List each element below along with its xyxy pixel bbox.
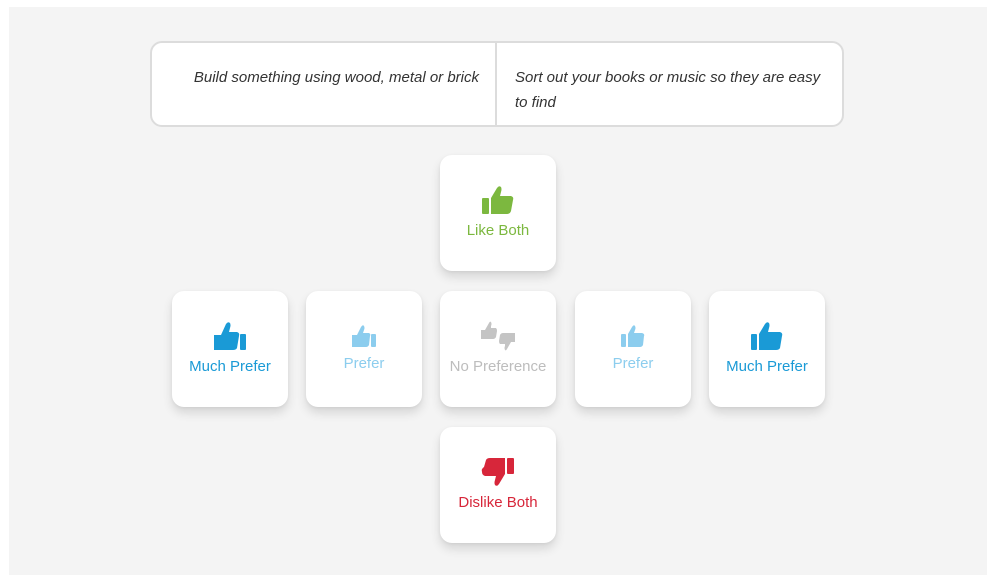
thumbs-up-icon bbox=[481, 185, 515, 215]
thumbs-down-icon bbox=[481, 457, 515, 487]
thumbs-up-large-icon bbox=[750, 321, 784, 351]
prefer-right-button[interactable]: Prefer bbox=[575, 291, 691, 407]
much-prefer-left-label: Much Prefer bbox=[189, 358, 271, 375]
thumbs-up-down-icon bbox=[480, 321, 516, 351]
statement-left: Build something using wood, metal or bri… bbox=[193, 69, 479, 86]
thumbs-up-large-icon bbox=[213, 321, 247, 351]
prefer-left-button[interactable]: Prefer bbox=[306, 291, 422, 407]
dislike-both-label: Dislike Both bbox=[458, 494, 538, 511]
dislike-both-button[interactable]: Dislike Both bbox=[440, 427, 556, 543]
like-both-label: Like Both bbox=[466, 222, 530, 239]
prefer-right-label: Prefer bbox=[612, 355, 654, 372]
much-prefer-right-button[interactable]: Much Prefer bbox=[709, 291, 825, 407]
thumbs-up-small-icon bbox=[620, 324, 646, 348]
much-prefer-left-button[interactable]: Much Prefer bbox=[172, 291, 288, 407]
no-preference-label: No Preference bbox=[449, 358, 547, 375]
statement-right: Sort out your books or music so they are… bbox=[515, 69, 821, 111]
thumbs-up-small-icon bbox=[351, 324, 377, 348]
much-prefer-right-label: Much Prefer bbox=[726, 358, 808, 375]
like-both-button[interactable]: Like Both bbox=[440, 155, 556, 271]
prefer-left-label: Prefer bbox=[343, 355, 385, 372]
statement-pair: Build something using wood, metal or bri… bbox=[150, 41, 844, 127]
no-preference-button[interactable]: No Preference bbox=[440, 291, 556, 407]
